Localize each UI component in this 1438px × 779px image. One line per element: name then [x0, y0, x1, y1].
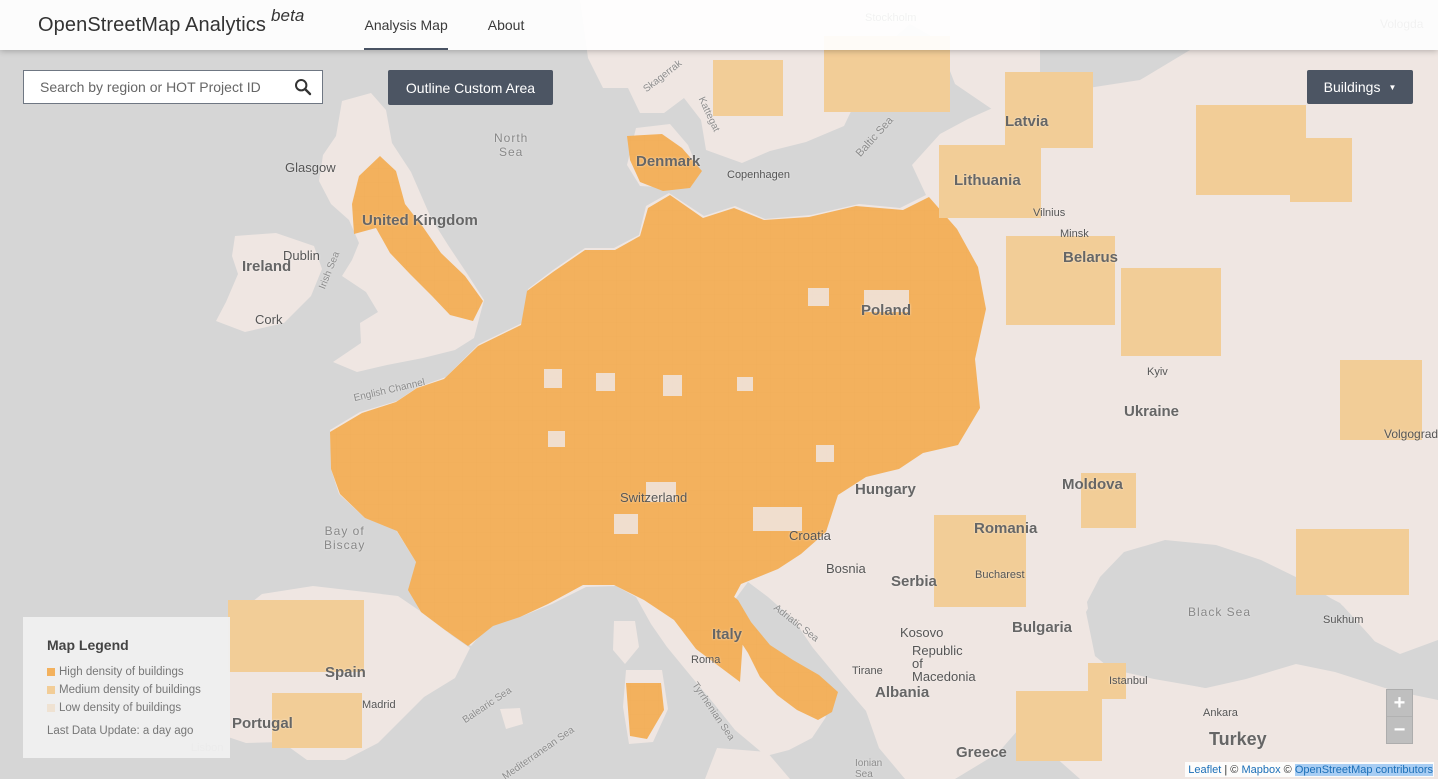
medium-tile-4	[1006, 236, 1115, 325]
app-title: OpenStreetMap Analytics	[38, 13, 266, 36]
low-tile-4	[737, 377, 753, 391]
low-tile-5	[808, 288, 829, 306]
zoom-out-button[interactable]: −	[1387, 716, 1412, 743]
nav-analysis-map[interactable]: Analysis Map	[344, 0, 467, 50]
leaflet-link[interactable]: Leaflet	[1188, 764, 1221, 776]
low-tile-2	[596, 373, 615, 391]
last-data-update: Last Data Update: a day ago	[47, 725, 194, 737]
zoom-controls: + −	[1386, 689, 1413, 744]
layer-select-button[interactable]: Buildings ▼	[1307, 70, 1413, 104]
medium-tile-6	[1081, 473, 1136, 528]
low-tile-8	[614, 514, 638, 534]
legend-label-medium: Medium density of buildings	[59, 684, 201, 696]
medium-tile-9	[1016, 691, 1102, 761]
medium-tile-11	[228, 600, 364, 672]
openstreetmap-contributors-link[interactable]: OpenStreetMap contributors	[1294, 764, 1433, 776]
medium-tile-15	[1340, 360, 1422, 440]
map-legend: Map Legend High density of buildings Med…	[23, 617, 230, 758]
attribution-separator-2: ©	[1280, 764, 1295, 776]
low-tile-11	[816, 445, 834, 462]
caret-down-icon: ▼	[1388, 83, 1397, 92]
mapbox-link[interactable]: Mapbox	[1241, 764, 1280, 776]
region-search-input[interactable]	[24, 71, 290, 103]
outline-custom-area-button[interactable]: Outline Custom Area	[388, 70, 553, 105]
medium-tile-16	[1005, 72, 1093, 148]
nav-about[interactable]: About	[468, 0, 545, 50]
layer-select-label: Buildings	[1323, 79, 1381, 95]
low-tile-1	[544, 369, 562, 388]
search-icon[interactable]	[294, 78, 312, 96]
main-navigation: Analysis Map About	[344, 0, 544, 50]
analytics-app: United Kingdom Ireland Spain Portugal De…	[0, 0, 1438, 779]
medium-tile-3	[939, 145, 1041, 218]
map-attribution: Leaflet | © Mapbox © OpenStreetMap contr…	[1185, 762, 1434, 777]
legend-swatch-high	[47, 668, 55, 676]
legend-title: Map Legend	[47, 637, 129, 653]
medium-tile-7	[1296, 529, 1409, 595]
app-brand[interactable]: OpenStreetMap Analytics beta	[38, 6, 304, 37]
legend-label-high: High density of buildings	[59, 666, 184, 678]
low-tile-10	[753, 507, 802, 531]
attribution-separator-1: | ©	[1221, 764, 1242, 776]
medium-tile-13	[1121, 268, 1221, 356]
zoom-in-button[interactable]: +	[1387, 690, 1412, 716]
medium-tile-12	[272, 693, 362, 748]
legend-item-low: Low density of buildings	[47, 699, 208, 717]
legend-swatch-medium	[47, 686, 55, 694]
top-navigation-bar: OpenStreetMap Analytics beta Analysis Ma…	[0, 0, 1438, 50]
legend-label-low: Low density of buildings	[59, 702, 182, 714]
legend-item-medium: Medium density of buildings	[47, 681, 208, 699]
low-tile-3	[663, 375, 682, 396]
medium-tile-1	[713, 60, 783, 116]
beta-badge: beta	[270, 5, 305, 25]
search-icon-handle	[303, 87, 312, 96]
legend-item-high: High density of buildings	[47, 663, 208, 681]
medium-tile-14	[1196, 105, 1306, 195]
region-search[interactable]	[23, 70, 323, 104]
low-tile-6	[864, 290, 909, 312]
legend-swatch-low	[47, 704, 55, 712]
low-tile-9	[646, 482, 676, 502]
medium-tile-10	[934, 515, 1026, 607]
low-tile-7	[548, 431, 565, 447]
